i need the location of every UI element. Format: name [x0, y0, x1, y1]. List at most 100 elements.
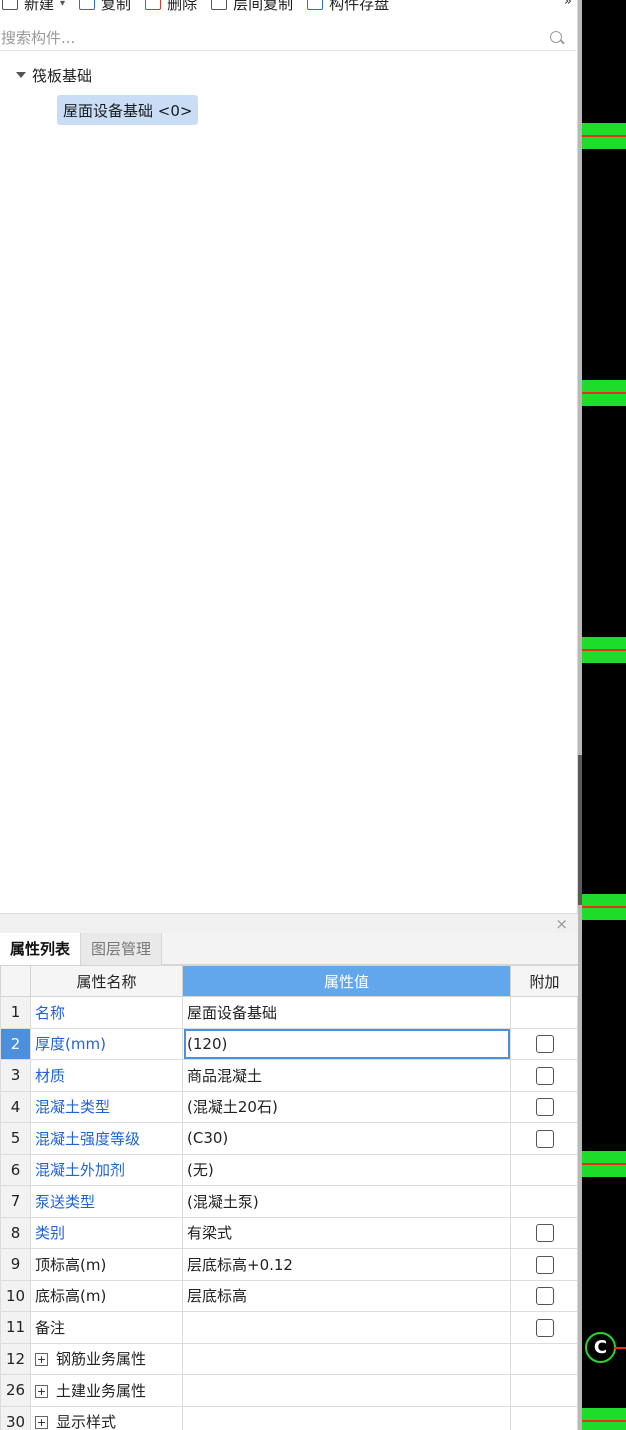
- floor-copy-label: 层间复制: [233, 0, 294, 13]
- attr-value[interactable]: (混凝土泵): [182, 1185, 511, 1218]
- table-row[interactable]: 6 混凝土外加剂 (无): [0, 1153, 579, 1186]
- component-toolbar: 新建 ▾ 复制 删除 层间复制 构件存盘 »: [0, 0, 578, 18]
- search-input[interactable]: [0, 25, 576, 50]
- table-row[interactable]: 10 底标高(m) 层底标高: [0, 1279, 579, 1312]
- attr-value[interactable]: [182, 1311, 511, 1344]
- extra-cell: [510, 1185, 579, 1218]
- table-row[interactable]: 1 名称 屋面设备基础: [0, 996, 579, 1029]
- extra-checkbox[interactable]: [535, 1098, 554, 1116]
- table-row[interactable]: 2 厚度(mm) (120): [0, 1027, 579, 1060]
- tree-node-raft-foundation[interactable]: 筏板基础: [16, 62, 92, 88]
- attr-value: [182, 1342, 511, 1375]
- attr-group-label: 显示样式: [56, 1413, 117, 1430]
- row-number: 3: [0, 1059, 31, 1092]
- copy-button[interactable]: 复制: [79, 0, 131, 14]
- floor-copy-icon: [211, 0, 228, 10]
- attr-value: [182, 1405, 511, 1430]
- slab-band: [582, 1151, 626, 1177]
- attr-value[interactable]: 层底标高: [182, 1279, 511, 1312]
- attr-value[interactable]: 屋面设备基础: [182, 996, 511, 1029]
- new-dropdown-icon[interactable]: ▾: [60, 0, 65, 9]
- slab-band: [582, 380, 626, 406]
- tree-node-roof-equipment-foundation[interactable]: 屋面设备基础 <0>: [57, 95, 199, 125]
- row-number: 2: [0, 1027, 31, 1060]
- attr-value[interactable]: 商品混凝土: [182, 1059, 511, 1092]
- copy-icon: [79, 0, 96, 10]
- attr-value-input[interactable]: (120): [182, 1027, 511, 1060]
- extra-cell: [510, 1027, 579, 1060]
- table-row[interactable]: 5 混凝土强度等级 (C30): [0, 1122, 579, 1155]
- extra-cell: [510, 1248, 579, 1281]
- table-row[interactable]: 8 类别 有梁式: [0, 1216, 579, 1249]
- table-row[interactable]: 3 材质 商品混凝土: [0, 1059, 579, 1092]
- collapse-caret-icon[interactable]: [16, 72, 26, 78]
- attr-name: 泵送类型: [30, 1185, 183, 1218]
- slab-band: [582, 894, 626, 920]
- extra-checkbox[interactable]: [535, 1318, 554, 1337]
- panel-splitter[interactable]: [578, 0, 582, 1430]
- attr-value[interactable]: 层底标高+0.12: [182, 1248, 511, 1281]
- save-component-button[interactable]: 构件存盘: [307, 0, 389, 14]
- table-row[interactable]: 9 顶标高(m) 层底标高+0.12: [0, 1248, 579, 1281]
- expand-plus-icon[interactable]: +: [35, 1384, 48, 1398]
- expand-plus-icon[interactable]: +: [35, 1353, 48, 1367]
- row-number: 30: [0, 1405, 31, 1430]
- attr-group-label: 钢筋业务属性: [56, 1350, 147, 1369]
- tree-node-label: 筏板基础: [32, 66, 93, 85]
- row-number: 8: [0, 1216, 31, 1249]
- slab-band: [582, 637, 626, 663]
- delete-label: 删除: [167, 0, 198, 13]
- axis-marker[interactable]: C: [585, 1332, 616, 1363]
- extra-checkbox[interactable]: [535, 1035, 554, 1053]
- search-icon[interactable]: [550, 31, 562, 43]
- table-row[interactable]: 7 泵送类型 (混凝土泵): [0, 1185, 579, 1218]
- extra-checkbox[interactable]: [535, 1129, 554, 1148]
- attr-value[interactable]: 有梁式: [182, 1216, 511, 1249]
- tab-layer-management[interactable]: 图层管理: [81, 933, 163, 965]
- more-icon[interactable]: »: [564, 0, 572, 9]
- header-attr-name: 属性名称: [30, 965, 183, 997]
- table-row-group[interactable]: 26 + 土建业务属性: [0, 1374, 579, 1407]
- table-row[interactable]: 4 混凝土类型 (混凝土20石): [0, 1090, 579, 1123]
- extra-checkbox[interactable]: [535, 1224, 554, 1242]
- properties-table: 属性名称 属性值 附加 1 名称 屋面设备基础 2 厚度(mm) (120) 3…: [0, 965, 579, 1430]
- splitter-handle[interactable]: [578, 755, 582, 905]
- attr-value[interactable]: (C30): [182, 1122, 511, 1155]
- expand-plus-icon[interactable]: +: [35, 1416, 48, 1430]
- new-icon: [2, 0, 18, 10]
- attr-group-label: 土建业务属性: [56, 1381, 147, 1400]
- attr-name: 名称: [30, 996, 183, 1029]
- attr-value[interactable]: (混凝土20石): [182, 1090, 511, 1123]
- attr-name: 类别: [30, 1216, 183, 1249]
- table-row[interactable]: 11 备注: [0, 1311, 579, 1344]
- new-button[interactable]: 新建 ▾: [2, 0, 65, 14]
- table-row-group[interactable]: 12 + 钢筋业务属性: [0, 1342, 579, 1375]
- extra-checkbox[interactable]: [535, 1287, 554, 1305]
- slab-band: [582, 1408, 626, 1430]
- close-icon[interactable]: ×: [555, 915, 568, 933]
- search-bar: [0, 25, 576, 51]
- extra-cell: [510, 1405, 579, 1430]
- row-number: 9: [0, 1248, 31, 1281]
- new-label: 新建: [24, 0, 55, 13]
- attr-value[interactable]: (无): [182, 1153, 511, 1186]
- attr-group: + 显示样式: [30, 1405, 183, 1430]
- drawing-canvas[interactable]: C: [578, 0, 626, 1430]
- attr-name: 混凝土外加剂: [30, 1153, 183, 1186]
- extra-cell: [510, 1279, 579, 1312]
- tab-attribute-list[interactable]: 属性列表: [0, 933, 82, 965]
- attr-group: + 钢筋业务属性: [30, 1342, 183, 1375]
- extra-checkbox[interactable]: [535, 1255, 554, 1274]
- red-axis-line: [582, 135, 626, 137]
- slab-band: [582, 123, 626, 149]
- red-axis-line: [582, 906, 626, 908]
- attr-name: 厚度(mm): [30, 1027, 183, 1060]
- extra-checkbox[interactable]: [535, 1066, 554, 1085]
- extra-cell: [510, 1311, 579, 1344]
- row-number: 6: [0, 1153, 31, 1186]
- floor-copy-button[interactable]: 层间复制: [211, 0, 293, 14]
- extra-cell: [510, 1374, 579, 1407]
- delete-button[interactable]: 删除: [145, 0, 197, 14]
- attr-name: 底标高(m): [30, 1279, 183, 1312]
- table-row-group[interactable]: 30 + 显示样式: [0, 1405, 579, 1430]
